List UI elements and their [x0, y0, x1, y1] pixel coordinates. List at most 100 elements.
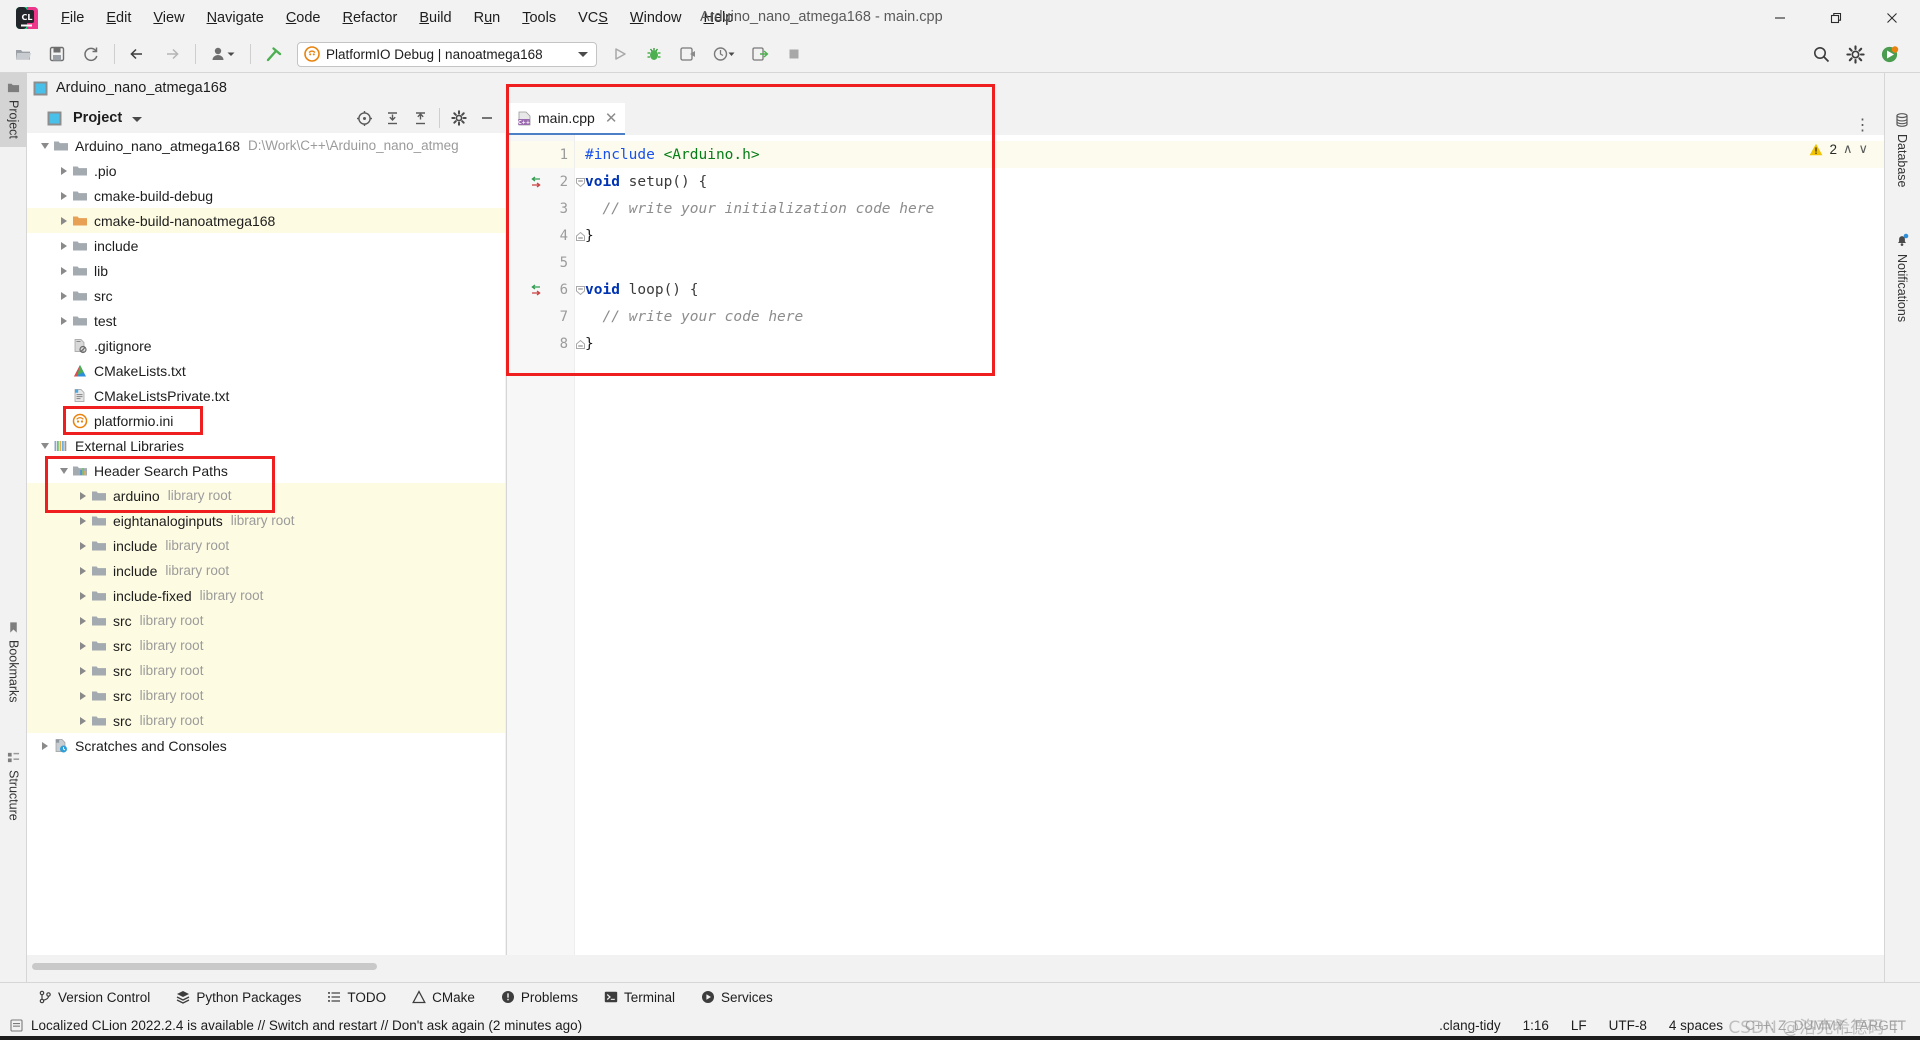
bottom-tab-version-control[interactable]: Version Control: [38, 990, 150, 1005]
code-line-3[interactable]: // write your initialization code here: [575, 195, 1884, 222]
gutter-line-5[interactable]: 5: [507, 249, 574, 276]
collapse-all-icon[interactable]: [408, 106, 432, 130]
chevron-right-icon[interactable]: [75, 488, 91, 504]
tree-row-include-fixed[interactable]: include-fixed library root: [27, 583, 505, 608]
next-problem-icon[interactable]: ∨: [1858, 141, 1868, 157]
status-message-area[interactable]: Localized CLion 2022.2.4 is available //…: [0, 1018, 582, 1033]
chevron-down-icon[interactable]: [56, 463, 72, 479]
chevron-right-icon[interactable]: [75, 613, 91, 629]
code-line-1[interactable]: #include <Arduino.h>: [575, 141, 1884, 168]
chevron-right-icon[interactable]: [56, 313, 72, 329]
toolwindow-settings-gear-icon[interactable]: [447, 106, 471, 130]
settings-gear-icon[interactable]: [1840, 39, 1870, 69]
forward-icon[interactable]: [157, 39, 187, 69]
code-line-5[interactable]: [575, 249, 1884, 276]
updates-icon[interactable]: [1874, 39, 1904, 69]
code-line-6[interactable]: void loop() {: [575, 276, 1884, 303]
profiler-button[interactable]: [707, 39, 741, 69]
tree-row-src[interactable]: src library root: [27, 683, 505, 708]
sidebar-item-database[interactable]: Database: [1884, 103, 1920, 198]
tree-row-arduino[interactable]: arduino library root: [27, 483, 505, 508]
editor-gutter[interactable]: 1 2 3 4 5 6 7 8: [507, 135, 585, 955]
bottom-tab-terminal[interactable]: Terminal: [604, 990, 675, 1005]
override-arrows-icon[interactable]: [529, 175, 543, 189]
bottom-tab-cmake[interactable]: CMake: [412, 990, 475, 1005]
gutter-line-6[interactable]: 6: [507, 276, 585, 303]
sidebar-item-notifications[interactable]: Notifications: [1884, 223, 1920, 332]
run-with-coverage-button[interactable]: [673, 39, 703, 69]
run-configuration-selector[interactable]: PlatformIO Debug | nanoatmega168: [297, 41, 597, 67]
run-button[interactable]: [605, 39, 635, 69]
tree-row-src[interactable]: src library root: [27, 708, 505, 733]
tree-row-external-libraries[interactable]: External Libraries: [27, 433, 505, 458]
search-everywhere-icon[interactable]: [1806, 39, 1836, 69]
tree-row-lib[interactable]: lib: [27, 258, 505, 283]
gutter-line-8[interactable]: 8: [507, 330, 585, 357]
gutter-line-2[interactable]: 2: [507, 168, 585, 195]
tree-row-include[interactable]: include library root: [27, 533, 505, 558]
chevron-right-icon[interactable]: [56, 163, 72, 179]
more-icon[interactable]: ⋮: [1843, 115, 1885, 135]
menu-window[interactable]: Window: [619, 7, 693, 30]
tree-row-cmake-build-debug[interactable]: cmake-build-debug: [27, 183, 505, 208]
tree-row-test[interactable]: test: [27, 308, 505, 333]
tree-row-cmakelistsprivate-txt[interactable]: CMakeListsPrivate.txt: [27, 383, 505, 408]
tree-row-header-search-paths[interactable]: Header Search Paths: [27, 458, 505, 483]
tree-row-include[interactable]: include library root: [27, 558, 505, 583]
bottom-tab-todo[interactable]: TODO: [327, 990, 386, 1005]
menu-vcs[interactable]: VCS: [567, 7, 619, 30]
maximize-button[interactable]: [1808, 0, 1864, 36]
menu-navigate[interactable]: Navigate: [196, 7, 275, 30]
open-project-icon[interactable]: [8, 39, 38, 69]
code-line-2[interactable]: void setup() {: [575, 168, 1884, 195]
stop-button[interactable]: [779, 39, 809, 69]
chevron-right-icon[interactable]: [56, 188, 72, 204]
tree-row-arduino-nano-atmega168[interactable]: Arduino_nano_atmega168 D:\Work\C++\Arduin…: [27, 133, 505, 158]
gutter-line-1[interactable]: 1: [507, 141, 574, 168]
tree-horizontal-scrollbar[interactable]: [32, 963, 377, 970]
menu-view[interactable]: View: [142, 7, 195, 30]
close-button[interactable]: [1864, 0, 1920, 36]
back-icon[interactable]: [123, 39, 153, 69]
inspection-profile-widget[interactable]: .clang-tidy: [1439, 1018, 1501, 1033]
debug-button[interactable]: [639, 39, 669, 69]
caret-position-widget[interactable]: 1:16: [1523, 1018, 1549, 1033]
tree-row-eightanaloginputs[interactable]: eightanaloginputs library root: [27, 508, 505, 533]
tree-row-pio[interactable]: .pio: [27, 158, 505, 183]
close-icon[interactable]: ✕: [605, 109, 618, 127]
chevron-right-icon[interactable]: [56, 238, 72, 254]
tree-row-src[interactable]: src: [27, 283, 505, 308]
select-opened-file-icon[interactable]: [352, 106, 376, 130]
encoding-widget[interactable]: UTF-8: [1609, 1018, 1647, 1033]
editor-tab-main-cpp[interactable]: C++ main.cpp ✕: [507, 103, 626, 135]
tree-row-scratches-and-consoles[interactable]: Scratches and Consoles: [27, 733, 505, 758]
tree-row-cmake-build-nanoatmega168[interactable]: cmake-build-nanoatmega168: [27, 208, 505, 233]
sidebar-item-bookmarks[interactable]: Bookmarks: [0, 613, 27, 711]
menu-build[interactable]: Build: [408, 7, 462, 30]
tree-row-src[interactable]: src library root: [27, 633, 505, 658]
synchronize-icon[interactable]: [76, 39, 106, 69]
tree-row-cmakelists-txt[interactable]: CMakeLists.txt: [27, 358, 505, 383]
line-separator-widget[interactable]: LF: [1571, 1018, 1587, 1033]
tree-row-src[interactable]: src library root: [27, 658, 505, 683]
menu-edit[interactable]: Edit: [95, 7, 142, 30]
menu-refactor[interactable]: Refactor: [332, 7, 409, 30]
menu-tools[interactable]: Tools: [511, 7, 567, 30]
tree-row-include[interactable]: include: [27, 233, 505, 258]
save-all-icon[interactable]: [42, 39, 72, 69]
chevron-right-icon[interactable]: [56, 213, 72, 229]
tree-row-gitignore[interactable]: .gitignore: [27, 333, 505, 358]
chevron-right-icon[interactable]: [56, 263, 72, 279]
sidebar-item-structure[interactable]: Structure: [0, 743, 27, 829]
gutter-line-4[interactable]: 4: [507, 222, 585, 249]
tree-row-platformio-ini[interactable]: platformio.ini: [27, 408, 505, 433]
gutter-line-3[interactable]: 3: [507, 195, 574, 222]
code-editor[interactable]: 12345678 #include <Arduino.h> void setup(…: [507, 135, 1884, 955]
chevron-right-icon[interactable]: [75, 588, 91, 604]
expand-all-icon[interactable]: [380, 106, 404, 130]
chevron-right-icon[interactable]: [75, 513, 91, 529]
chevron-down-icon[interactable]: [37, 438, 53, 454]
menu-code[interactable]: Code: [275, 7, 332, 30]
chevron-right-icon[interactable]: [75, 638, 91, 654]
code-line-8[interactable]: }: [575, 330, 1884, 357]
